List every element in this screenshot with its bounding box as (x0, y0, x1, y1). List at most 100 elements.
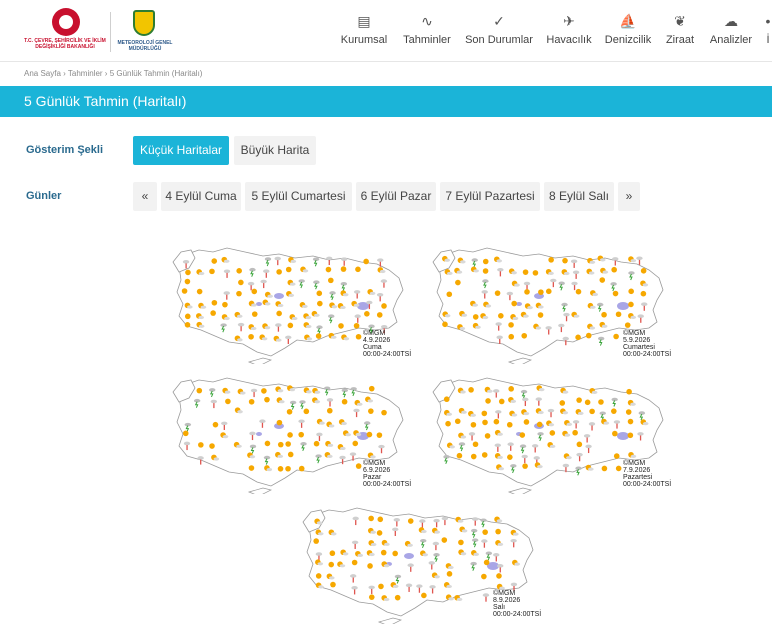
sun-icon (261, 388, 267, 394)
breadcrumb-home[interactable]: Ana Sayfa (24, 69, 61, 78)
cloud-icon (461, 410, 467, 414)
sun-icon (285, 465, 291, 472)
sun-icon (376, 530, 383, 536)
cloud-icon (353, 290, 361, 294)
cloud-icon (482, 593, 490, 597)
cloud-icon (510, 399, 517, 403)
nav-analizler[interactable]: ☁ Analizler (706, 10, 756, 52)
cloud-icon (460, 260, 466, 264)
rain-icon (226, 294, 228, 300)
cloud-icon (356, 402, 363, 406)
cloud-icon (314, 390, 321, 394)
cloud-icon (493, 553, 500, 557)
map-date: 5.9.2026 (623, 337, 651, 344)
cyprus-outline (247, 357, 273, 364)
nav-ziraat[interactable]: ❦ Ziraat (660, 10, 700, 52)
rain-icon (250, 285, 252, 291)
cloud-icon (222, 435, 229, 439)
cloud-icon (512, 316, 519, 321)
map-time: 00:00-24:00TSİ (363, 481, 412, 488)
sun-icon (485, 398, 491, 404)
mgm-logo[interactable]: METEOROLOJİ GENEL MÜDÜRLÜĞÜ (116, 8, 174, 58)
map-date: 6.9.2026 (363, 467, 391, 474)
cloud-icon (251, 303, 257, 307)
cloud-icon (472, 303, 479, 307)
sun-icon (407, 518, 414, 524)
next-day-button[interactable]: » (618, 182, 640, 211)
cloud-icon (350, 574, 357, 578)
sun-icon (640, 290, 647, 297)
rain-icon (186, 445, 188, 451)
cloud-icon (576, 452, 583, 457)
cloud-icon (549, 444, 556, 448)
cloud-icon (473, 552, 480, 557)
small-maps-button[interactable]: Küçük Haritalar (133, 136, 229, 165)
cloud-icon (239, 391, 246, 395)
cloud-icon (339, 455, 346, 460)
cloud-icon (461, 313, 468, 317)
sun-icon (209, 443, 215, 449)
sun-icon (276, 310, 282, 317)
cloud-icon (285, 335, 292, 340)
rain-icon (253, 392, 255, 398)
cloud-icon (456, 597, 463, 601)
sun-icon (455, 279, 461, 286)
nav-more[interactable]: • İ (764, 10, 772, 52)
cloud-icon (354, 314, 361, 319)
forecast-map-day-1[interactable]: ©MGM 4.9.2026 Cuma 00:00-24:00TSİ (163, 238, 413, 364)
day-button-8-eylul[interactable]: 8 Eylül Salı (544, 182, 614, 211)
rain-icon (573, 285, 576, 291)
cloud-icon (513, 532, 519, 536)
nav-denizcilik[interactable]: ⛵ Denizcilik (602, 10, 654, 52)
rain-icon (435, 522, 438, 528)
rain-icon (435, 545, 437, 551)
rain-icon (240, 326, 242, 332)
forecast-map-day-5[interactable]: ©MGM 8.9.2026 Salı 00:00-24:00TSİ (293, 498, 543, 624)
cloud-icon (498, 467, 505, 471)
sun-icon (519, 432, 526, 438)
mgm-logo-text: METEOROLOJİ GENEL MÜDÜRLÜĞÜ (117, 40, 173, 52)
cloud-icon (405, 583, 413, 588)
sun-icon (222, 301, 228, 308)
sun-icon (340, 266, 347, 272)
sun-icon (495, 528, 501, 535)
cloud-icon (602, 270, 609, 274)
nav-havacilik[interactable]: ✈ Havacılık (544, 10, 594, 52)
forecast-map-day-2[interactable]: ©MGM 5.9.2026 Cumartesi 00:00-24:00TSİ (423, 238, 673, 364)
cloud-icon (599, 258, 606, 262)
forecast-map-day-3[interactable]: ©MGM 6.9.2026 Pazar 00:00-24:00TSİ (163, 368, 413, 494)
day-button-4-eylul[interactable]: 4 Eylül Cuma (161, 182, 241, 211)
cloud-icon (315, 552, 323, 556)
sun-icon (536, 421, 543, 428)
rain-icon (552, 282, 554, 288)
sun-icon (584, 399, 591, 406)
sun-icon (599, 277, 606, 283)
cloud-icon (590, 305, 596, 309)
cloud-icon (340, 305, 346, 310)
ministry-logo[interactable]: T.C. ÇEVRE, ŞEHİRCİLİK VE İKLİM DEĞİŞİKL… (24, 8, 106, 58)
sun-icon (211, 299, 218, 306)
day-button-6-eylul[interactable]: 6 Eylül Pazar (356, 182, 436, 211)
sun-icon (507, 454, 513, 460)
cloud-icon (368, 585, 375, 590)
sun-icon (628, 288, 634, 295)
large-map-button[interactable]: Büyük Harita (234, 136, 316, 165)
cloud-icon (383, 564, 390, 568)
sun-icon (458, 539, 464, 546)
day-button-7-eylul[interactable]: 7 Eylül Pazartesi (440, 182, 540, 211)
rain-icon (614, 260, 616, 266)
nav-son-durumlar[interactable]: ✓ Son Durumlar (462, 10, 536, 52)
cloud-icon (288, 293, 295, 297)
cloud-icon (566, 456, 572, 460)
day-button-5-eylul[interactable]: 5 Eylül Cumartesi (245, 182, 352, 211)
breadcrumb-tahminler[interactable]: Tahminler (68, 69, 103, 78)
nav-kurumsal[interactable]: ▤ Kurumsal (334, 10, 394, 52)
prev-day-button[interactable]: « (133, 182, 157, 211)
forecast-map-day-4[interactable]: ©MGM 7.9.2026 Pazartesi 00:00-24:00TSİ (423, 368, 673, 494)
cloud-icon (343, 337, 350, 341)
rain-icon (497, 413, 499, 419)
cloud-icon (562, 336, 569, 341)
cloud-icon (592, 292, 599, 297)
nav-tahminler[interactable]: ∿ Tahminler (398, 10, 456, 52)
cloud-icon (511, 413, 518, 417)
